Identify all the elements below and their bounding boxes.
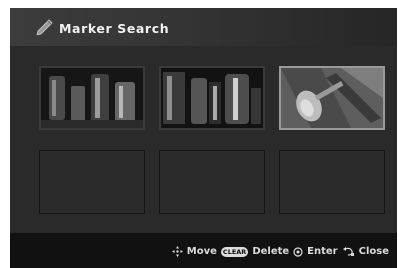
- enter-icon: [293, 246, 303, 257]
- hint-bar: Move CLEAR Delete Enter Close: [10, 233, 397, 268]
- marker-thumbnail-2[interactable]: [159, 66, 265, 130]
- marker-thumbnail-image: [41, 68, 143, 128]
- marker-thumbnail-3[interactable]: [279, 66, 385, 130]
- marker-slot-empty-6[interactable]: [279, 150, 385, 214]
- delete-hint-label: Delete: [252, 246, 290, 257]
- clear-button-badge: CLEAR: [220, 246, 249, 257]
- marker-thumbnail-1[interactable]: [39, 66, 145, 130]
- key-hints: Move CLEAR Delete Enter Close: [171, 246, 389, 257]
- marker-slot-empty-4[interactable]: [39, 150, 145, 214]
- marker-thumbnail-image: [161, 68, 263, 128]
- page-title: Marker Search: [59, 21, 170, 36]
- dpad-icon: [171, 246, 183, 257]
- marker-slot-empty-5[interactable]: [159, 150, 265, 214]
- marker-search-screen: Marker Search Move CLEAR Delete Enter Cl…: [10, 8, 397, 268]
- marker-thumbnail-image: [281, 68, 383, 128]
- close-hint-label: Close: [358, 246, 389, 257]
- enter-hint-label: Enter: [307, 246, 338, 257]
- title-bar: Marker Search: [10, 8, 397, 46]
- move-hint-label: Move: [186, 246, 217, 257]
- marker-pencil-icon: [36, 19, 53, 35]
- return-icon: [342, 246, 354, 256]
